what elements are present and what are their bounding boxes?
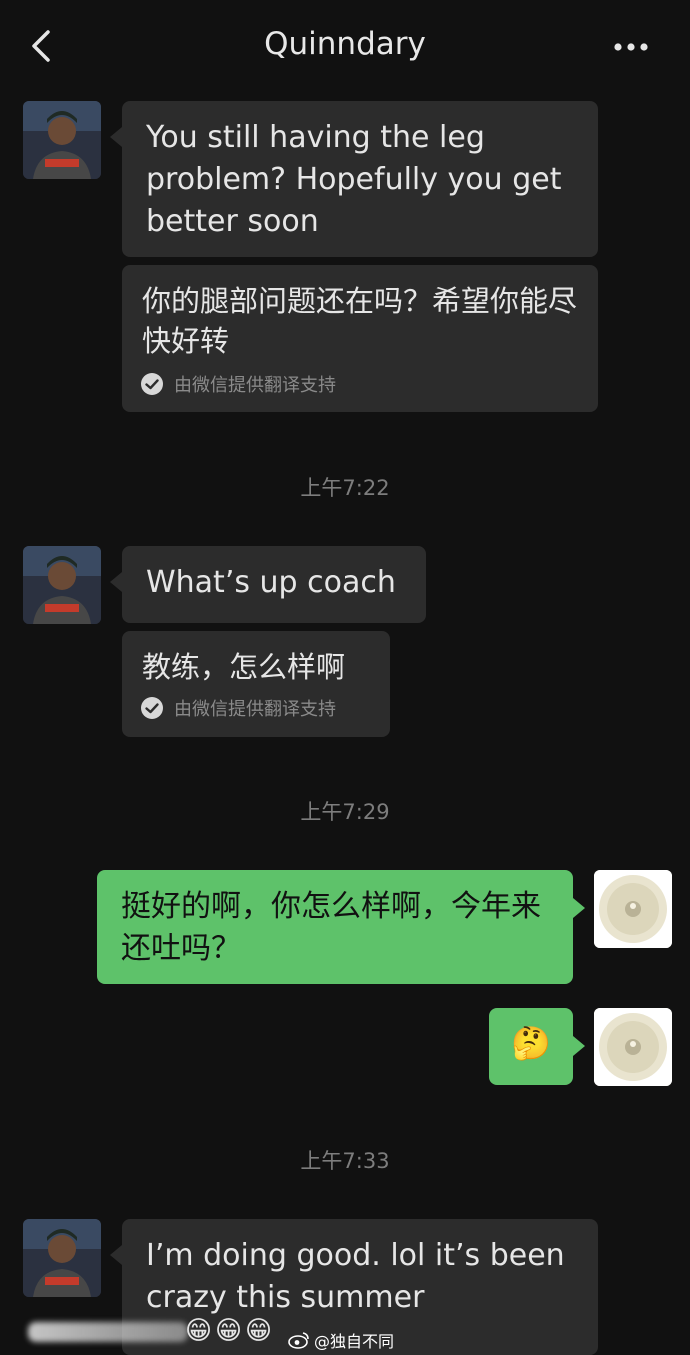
message-text: I’m doing good. lol it’s been crazy this…	[146, 1238, 565, 1315]
translation-bubble[interactable]: 你的腿部问题还在吗？希望你能尽快好转 由微信提供翻译支持	[122, 265, 598, 412]
chat-header: Quinndary	[0, 0, 690, 92]
my-avatar[interactable]	[594, 1008, 672, 1086]
contact-avatar[interactable]	[23, 546, 101, 624]
translation-text: 你的腿部问题还在吗？希望你能尽快好转	[142, 284, 578, 358]
my-avatar[interactable]	[594, 870, 672, 948]
watermark-blur	[28, 1322, 188, 1342]
timestamp: 上午7:22	[300, 476, 390, 500]
translation-bubble[interactable]: 教练，怎么样啊 由微信提供翻译支持	[122, 631, 390, 737]
chat-title: Quinndary	[264, 26, 426, 62]
check-circle-icon	[141, 697, 163, 719]
emoji-thinking-icon: 🤔	[511, 1024, 551, 1062]
contact-avatar[interactable]	[23, 1219, 101, 1297]
translation-note: 由微信提供翻译支持	[140, 371, 336, 397]
contact-avatar[interactable]	[23, 101, 101, 179]
sent-message-bubble[interactable]: 挺好的啊，你怎么样啊，今年来还吐吗？	[97, 870, 585, 984]
received-message-bubble[interactable]: What’s up coach	[110, 546, 426, 623]
message-text: You still having the leg problem? Hopefu…	[146, 120, 562, 239]
grin-emoji-icon: 😁	[215, 1316, 243, 1346]
check-circle-icon	[141, 373, 163, 395]
message-text: 挺好的啊，你怎么样啊，今年来还吐吗？	[121, 889, 541, 966]
translation-note-label: 由微信提供翻译支持	[174, 375, 336, 396]
translation-note: 由微信提供翻译支持	[140, 695, 336, 721]
timestamp: 上午7:33	[300, 1149, 390, 1173]
grin-emoji-icon: 😁	[245, 1316, 273, 1346]
received-message-bubble[interactable]: You still having the leg problem? Hopefu…	[110, 101, 598, 257]
translation-text: 教练，怎么样啊	[142, 650, 346, 684]
watermark-handle: @独自不同	[314, 1332, 395, 1351]
translation-note-label: 由微信提供翻译支持	[174, 699, 336, 720]
weibo-watermark: @独自不同	[288, 1328, 394, 1352]
more-options-icon[interactable]	[612, 30, 662, 64]
sent-emoji-bubble[interactable]: 🤔	[489, 1008, 585, 1085]
message-text: What’s up coach	[146, 565, 396, 600]
weibo-logo-icon	[288, 1332, 309, 1349]
grin-emoji-icon: 😁	[185, 1316, 213, 1346]
timestamp: 上午7:29	[300, 800, 390, 824]
